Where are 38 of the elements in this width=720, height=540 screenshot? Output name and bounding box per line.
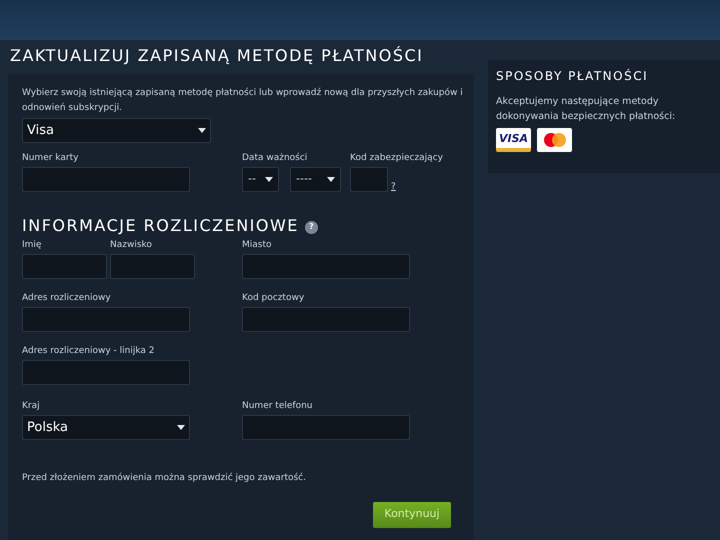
input-field[interactable]	[242, 415, 410, 440]
field-label: Kod pocztowy	[242, 293, 306, 304]
section-title: INFORMACJE ROZLICZENIOWE	[22, 216, 299, 236]
input-field[interactable]	[22, 167, 190, 192]
dropdown[interactable]: Polska	[22, 415, 190, 440]
input-field[interactable]	[110, 254, 195, 279]
input-field[interactable]	[242, 254, 410, 279]
caret-icon	[327, 177, 335, 182]
input-field[interactable]	[350, 167, 388, 192]
caret-icon	[177, 425, 185, 430]
visa-logo: VISA	[496, 128, 531, 152]
field-label: Imię	[22, 240, 42, 251]
field-label: Adres rozliczeniowy	[22, 293, 112, 304]
input-field[interactable]	[22, 307, 190, 332]
help-icon[interactable]: ?	[304, 220, 318, 234]
field-label: Numer telefonu	[242, 401, 314, 412]
field-label: Adres rozliczeniowy - linijka 2	[22, 346, 156, 357]
caret-icon	[198, 128, 206, 133]
field-label: Data ważności	[242, 153, 308, 164]
input-field[interactable]	[22, 360, 190, 385]
dropdown[interactable]: ----	[290, 167, 341, 192]
intro-text: Wybierz swoją istniejącą zapisaną metodę płatności lub wprowadź nową dla przyszłych zakupów i odnowień subskrypcji.	[22, 86, 464, 115]
field-label: Miasto	[242, 240, 273, 251]
page-title: ZAKTUALIZUJ ZAPISANĄ METODĘ PŁATNOŚCI	[9, 46, 424, 66]
field-label: Numer karty	[22, 153, 80, 164]
input-field[interactable]	[242, 307, 410, 332]
input-field[interactable]	[22, 254, 107, 279]
field-label: Nazwisko	[110, 240, 153, 251]
field-label: Kod zabezpieczający	[350, 153, 443, 164]
mastercard-logo	[537, 128, 572, 152]
caret-icon	[265, 177, 273, 182]
sidebar-title: SPOSOBY PŁATNOŚCI	[496, 68, 650, 84]
help-link[interactable]: ?	[391, 183, 396, 192]
dropdown[interactable]: Visa	[22, 118, 211, 143]
sidebar-text: Akceptujemy następujące metody dokonywania bezpiecznych płatności:	[496, 95, 676, 124]
note-text: Przed złożeniem zamówienia można sprawdzić jego zawartość.	[22, 472, 307, 485]
dropdown[interactable]: --	[242, 167, 279, 192]
field-label: Kraj	[22, 401, 41, 412]
